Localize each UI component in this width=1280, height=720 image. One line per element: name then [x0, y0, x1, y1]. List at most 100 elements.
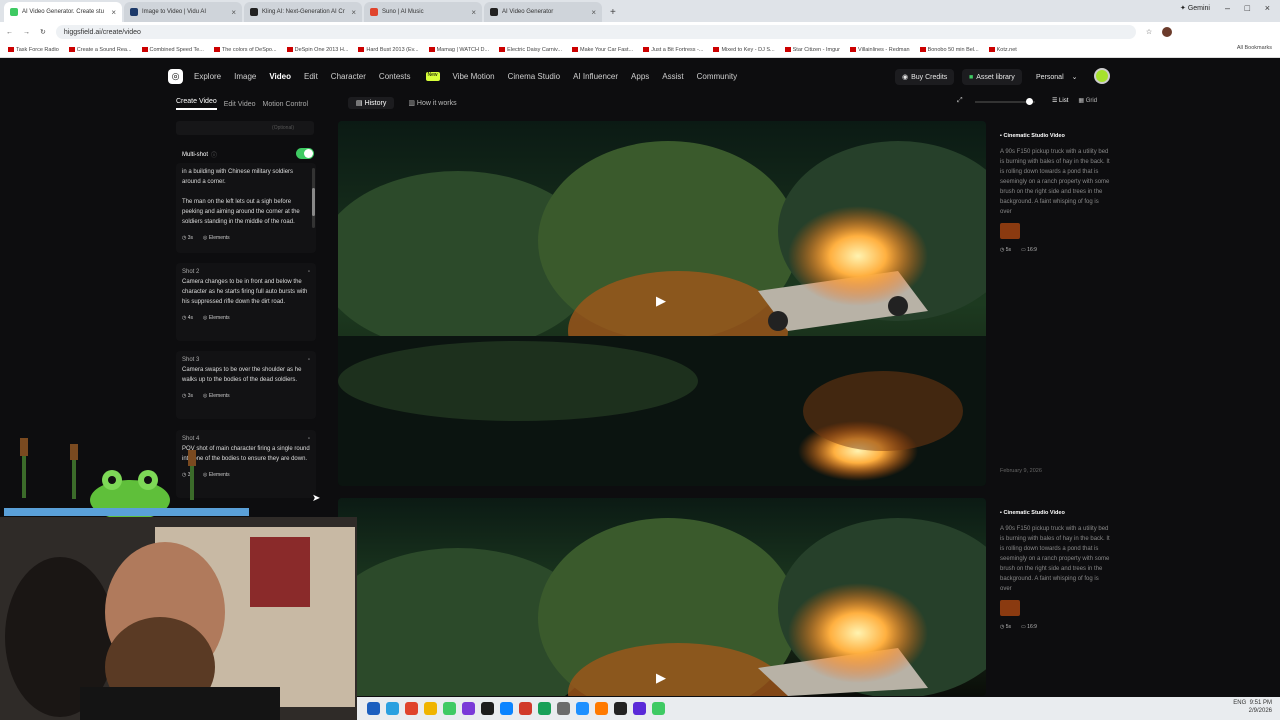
taskbar-app-icon[interactable]	[652, 702, 665, 715]
optional-field[interactable]: (Optional)	[176, 121, 314, 135]
grid-view-button[interactable]: ▦ Grid	[1078, 97, 1097, 104]
back-icon[interactable]: ←	[6, 29, 13, 36]
bookmark-item[interactable]: Create a Sound Rea...	[68, 47, 132, 53]
minimize-icon[interactable]: –	[1225, 3, 1230, 13]
bookmark-item[interactable]: Bonobo 50 min Bel...	[919, 47, 979, 53]
all-bookmarks[interactable]: All Bookmarks	[1237, 45, 1272, 51]
forward-icon[interactable]: →	[23, 29, 30, 36]
taskbar-app-icon[interactable]	[595, 702, 608, 715]
delete-icon[interactable]: ▫	[308, 355, 310, 365]
nav-image[interactable]: Image	[234, 72, 256, 81]
scrollbar[interactable]	[312, 168, 315, 228]
new-tab-button[interactable]: +	[604, 2, 622, 22]
expand-icon[interactable]: ⤢	[957, 97, 963, 105]
zoom-slider[interactable]	[975, 98, 1035, 105]
buy-credits-button[interactable]: ◉ Buy Credits	[895, 69, 955, 85]
taskbar-app-icon[interactable]	[481, 702, 494, 715]
browser-tab[interactable]: Image to Video | Vidu AI ×	[124, 2, 242, 22]
taskbar-app-icon[interactable]	[538, 702, 551, 715]
bookmark-item[interactable]: Mixed to Key - DJ S...	[713, 47, 775, 53]
list-view-button[interactable]: ☰ List	[1052, 97, 1068, 104]
taskbar-app-icon[interactable]	[500, 702, 513, 715]
taskbar-app-icon[interactable]	[443, 702, 456, 715]
nav-ai-influencer[interactable]: AI Influencer	[573, 72, 618, 81]
nav-contests[interactable]: Contests	[379, 72, 411, 81]
tab-create-video[interactable]: Create Video	[176, 98, 217, 110]
taskbar-app-icon[interactable]	[576, 702, 589, 715]
taskbar-app-icon[interactable]	[367, 702, 380, 715]
browser-tab[interactable]: Kling AI: Next-Generation AI Cr ×	[244, 2, 362, 22]
delete-icon[interactable]: ▫	[308, 434, 310, 444]
bookmark-item[interactable]: Make Your Car Fast...	[571, 47, 633, 53]
how-it-works-link[interactable]: ▥ How it works	[408, 99, 456, 107]
url-field[interactable]: higgsfield.ai/create/video	[55, 25, 1136, 39]
video-player[interactable]: ▶	[338, 498, 986, 696]
close-icon[interactable]: ×	[231, 8, 236, 17]
bookmark-item[interactable]: The colors of DeSpo...	[213, 47, 277, 53]
close-icon[interactable]: ×	[111, 8, 116, 17]
nav-assist[interactable]: Assist	[662, 72, 683, 81]
bookmark-item[interactable]: Hard Bust 2013 (Ev...	[358, 47, 419, 53]
bookmark-item[interactable]: Kotz.net	[988, 47, 1017, 53]
elements-button[interactable]: ◎ Elements	[203, 391, 230, 401]
maximize-icon[interactable]: □	[1245, 3, 1250, 13]
nav-character[interactable]: Character	[331, 72, 366, 81]
duration-badge[interactable]: ◷ 3s	[182, 233, 193, 243]
multishot-toggle[interactable]	[296, 148, 314, 159]
video-player[interactable]: ▶	[338, 121, 986, 486]
bookmark-item[interactable]: Star Citizen - Imgur	[784, 47, 840, 53]
elements-button[interactable]: ◎ Elements	[203, 233, 230, 243]
tab-motion-control[interactable]: Motion Control	[263, 101, 309, 108]
reference-thumbnail[interactable]	[1000, 600, 1020, 616]
shot-card[interactable]: Shot 3 ▫ Camera swaps to be over the shou…	[176, 351, 316, 419]
close-icon[interactable]: ×	[591, 8, 596, 17]
taskbar-app-icon[interactable]	[462, 702, 475, 715]
taskbar-app-icon[interactable]	[557, 702, 570, 715]
delete-icon[interactable]: ▫	[308, 267, 310, 277]
taskbar-app-icon[interactable]	[405, 702, 418, 715]
bookmark-item[interactable]: Villainlines - Redman	[850, 47, 910, 53]
bookmark-item[interactable]: Just a Bit Fortress -...	[643, 47, 703, 53]
bookmark-item[interactable]: Mamag | WATCH D...	[428, 47, 489, 53]
higgsfield-logo[interactable]: ◎	[168, 69, 183, 84]
duration-badge[interactable]: ◷ 3s	[182, 391, 193, 401]
tab-edit-video[interactable]: Edit Video	[224, 101, 256, 108]
profile-icon[interactable]	[1162, 27, 1173, 37]
bookmark-item[interactable]: Task Force Radio	[8, 47, 59, 53]
bookmark-item[interactable]: DeSpin One 2013 H...	[286, 47, 348, 53]
nav-vibe-motion[interactable]: Vibe Motion	[453, 72, 495, 81]
taskbar-app-icon[interactable]	[424, 702, 437, 715]
bookmark-item[interactable]: Combined Speed Te...	[141, 47, 204, 53]
close-icon[interactable]: ×	[351, 8, 356, 17]
elements-button[interactable]: ◎ Elements	[203, 313, 230, 323]
play-icon[interactable]: ▶	[656, 293, 666, 309]
asset-library-button[interactable]: ■ Asset library	[962, 69, 1022, 85]
play-icon[interactable]: ▶	[656, 670, 666, 686]
browser-tab[interactable]: AI Video Generator ×	[484, 2, 602, 22]
browser-tab[interactable]: Suno | AI Music ×	[364, 2, 482, 22]
workspace-selector[interactable]: Personal ⌄	[1036, 69, 1078, 85]
close-icon[interactable]: ×	[471, 8, 476, 17]
duration-badge[interactable]: ◷ 4s	[182, 313, 193, 323]
taskbar-app-icon[interactable]	[614, 702, 627, 715]
taskbar-app-icon[interactable]	[519, 702, 532, 715]
shot-card[interactable]: Shot 2 ▫ Camera changes to be in front an…	[176, 263, 316, 341]
close-window-icon[interactable]: ×	[1265, 3, 1270, 13]
nav-edit[interactable]: Edit	[304, 72, 318, 81]
reference-thumbnail[interactable]	[1000, 223, 1020, 239]
nav-cinema-studio[interactable]: Cinema Studio	[508, 72, 560, 81]
bookmark-item[interactable]: Electric Daisy Carniv...	[499, 47, 562, 53]
nav-explore[interactable]: Explore	[194, 72, 221, 81]
reload-icon[interactable]: ↻	[40, 28, 46, 36]
shot-card[interactable]: in a building with Chinese military sold…	[176, 163, 316, 253]
avatar[interactable]	[1094, 68, 1110, 84]
taskbar-app-icon[interactable]	[386, 702, 399, 715]
taskbar-app-icon[interactable]	[633, 702, 646, 715]
bookmark-star-icon[interactable]: ☆	[1146, 28, 1152, 36]
gemini-button[interactable]: ✦ Gemini	[1180, 4, 1210, 12]
history-tab[interactable]: ▤ History	[348, 97, 395, 109]
browser-tab[interactable]: AI Video Generator. Create stu ×	[4, 2, 122, 22]
nav-apps[interactable]: Apps	[631, 72, 649, 81]
nav-video[interactable]: Video	[269, 72, 291, 81]
nav-community[interactable]: Community	[697, 72, 737, 81]
